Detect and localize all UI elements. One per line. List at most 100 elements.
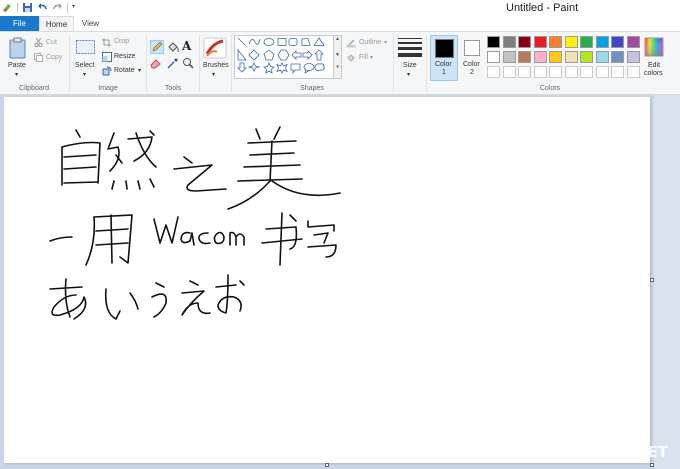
expand-gallery-icon[interactable]: ▾	[334, 64, 341, 70]
palette-color-swatch[interactable]	[595, 51, 609, 63]
crop-button[interactable]: Crop	[114, 38, 129, 45]
custom-color-slot[interactable]	[611, 66, 624, 78]
custom-color-slot[interactable]	[595, 66, 609, 78]
edit-colors-label-line1[interactable]: Edit	[648, 62, 660, 69]
custom-color-slot[interactable]	[549, 66, 562, 78]
palette-color-swatch[interactable]	[502, 36, 516, 48]
divider	[426, 35, 427, 92]
select-icon[interactable]	[76, 40, 96, 57]
copy-button[interactable]: Copy	[46, 54, 62, 61]
palette-color-swatch[interactable]	[626, 36, 640, 48]
rotate-button[interactable]: Rotate	[114, 67, 135, 74]
tab-home[interactable]: Home	[39, 16, 74, 31]
divider	[146, 35, 147, 92]
color1-button[interactable]: Color 1	[430, 35, 458, 81]
watermark: SMYZ.NET	[581, 443, 668, 461]
save-icon[interactable]	[22, 2, 33, 13]
color2-label-line1[interactable]: Color	[463, 61, 480, 68]
workspace: SMYZ.NET	[0, 95, 680, 469]
tab-file[interactable]: File	[0, 16, 39, 31]
copy-icon	[34, 53, 43, 64]
canvas-resize-handle-right[interactable]	[650, 278, 654, 282]
palette-color-swatch[interactable]	[533, 36, 547, 48]
palette-color-swatch[interactable]	[518, 51, 531, 63]
color-picker-icon[interactable]	[167, 57, 179, 71]
palette-color-swatch[interactable]	[487, 36, 500, 48]
outline-button[interactable]: Outline	[359, 39, 381, 46]
brushes-dropdown-icon[interactable]: ▾	[212, 71, 215, 78]
custom-color-slot[interactable]	[518, 66, 531, 78]
drawing-canvas[interactable]	[4, 97, 650, 463]
paste-icon[interactable]	[8, 37, 28, 61]
palette-color-swatch[interactable]	[580, 51, 593, 63]
palette-color-swatch[interactable]	[564, 51, 578, 63]
palette-color-swatch[interactable]	[595, 36, 609, 48]
fill-dropdown-icon[interactable]: ▾	[370, 54, 373, 61]
palette-color-swatch[interactable]	[611, 51, 624, 63]
cut-button[interactable]: Cut	[46, 39, 57, 46]
brushes-icon[interactable]	[203, 37, 227, 61]
tab-view[interactable]: View	[78, 16, 103, 31]
clipboard-group-label: Clipboard	[19, 85, 49, 92]
custom-color-slot[interactable]	[626, 66, 640, 78]
paint-app-icon	[2, 2, 13, 13]
divider	[199, 35, 200, 92]
shapes-scroll[interactable]: ▲ ▼ ▾	[334, 35, 342, 79]
resize-button[interactable]: Resize	[114, 53, 135, 60]
color2-swatch[interactable]	[464, 40, 480, 56]
palette-color-swatch[interactable]	[549, 51, 562, 63]
paste-dropdown-icon[interactable]: ▾	[15, 71, 18, 78]
customize-chevron-icon[interactable]: ▾	[72, 2, 78, 13]
outline-icon	[346, 38, 356, 50]
custom-color-slot[interactable]	[564, 66, 578, 78]
palette-color-swatch[interactable]	[518, 36, 531, 48]
edit-colors-icon[interactable]	[644, 37, 664, 59]
size-lines-icon[interactable]	[398, 38, 422, 60]
redo-icon[interactable]	[52, 2, 63, 13]
size-button[interactable]: Size	[403, 62, 417, 69]
scroll-up-icon[interactable]: ▲	[334, 36, 341, 42]
custom-color-slot[interactable]	[502, 66, 516, 78]
canvas-resize-handle-corner[interactable]	[650, 463, 654, 467]
palette-color-swatch[interactable]	[549, 36, 562, 48]
divider	[393, 35, 394, 92]
palette-color-swatch[interactable]	[533, 51, 547, 63]
color2-label-line2[interactable]: 2	[470, 69, 474, 76]
select-dropdown-icon[interactable]: ▾	[83, 71, 86, 78]
magnifier-icon[interactable]	[182, 57, 194, 71]
window-title: Untitled - Paint	[506, 2, 579, 14]
custom-color-slot[interactable]	[487, 66, 500, 78]
select-button[interactable]: Select	[75, 62, 94, 69]
divider	[69, 35, 70, 92]
eraser-icon[interactable]	[150, 57, 162, 71]
custom-color-slot[interactable]	[533, 66, 547, 78]
shapes-gallery[interactable]	[234, 35, 334, 79]
workspace-edge	[654, 95, 680, 469]
fill-button[interactable]: Fill	[359, 54, 368, 61]
pencil-tool[interactable]	[150, 40, 164, 54]
undo-icon[interactable]	[37, 2, 48, 13]
paste-button[interactable]: Paste	[8, 62, 26, 69]
fill-icon	[346, 53, 356, 65]
outline-dropdown-icon[interactable]: ▾	[384, 39, 387, 46]
palette-color-swatch[interactable]	[564, 36, 578, 48]
palette-color-swatch[interactable]	[580, 36, 593, 48]
rotate-dropdown-icon[interactable]: ▾	[138, 67, 141, 74]
palette-color-swatch[interactable]	[626, 51, 640, 63]
pencil-icon	[152, 41, 163, 52]
canvas-resize-handle-bottom[interactable]	[325, 463, 329, 467]
edit-colors-label-line2[interactable]: colors	[644, 70, 663, 77]
shapes-group-label: Shapes	[300, 85, 324, 92]
palette-color-swatch[interactable]	[611, 36, 624, 48]
text-tool-icon[interactable]: A	[182, 39, 191, 53]
divider	[67, 2, 68, 13]
scroll-down-icon[interactable]: ▼	[334, 52, 341, 58]
title-bar: ▾ Untitled - Paint	[0, 0, 680, 16]
fill-bucket-icon[interactable]	[167, 41, 179, 55]
size-dropdown-icon[interactable]: ▾	[407, 71, 410, 78]
palette-color-swatch[interactable]	[502, 51, 516, 63]
custom-color-slot[interactable]	[580, 66, 593, 78]
brushes-button[interactable]: Brushes	[203, 62, 229, 69]
color1-label-line2: 1	[442, 69, 446, 76]
palette-color-swatch[interactable]	[487, 51, 500, 63]
